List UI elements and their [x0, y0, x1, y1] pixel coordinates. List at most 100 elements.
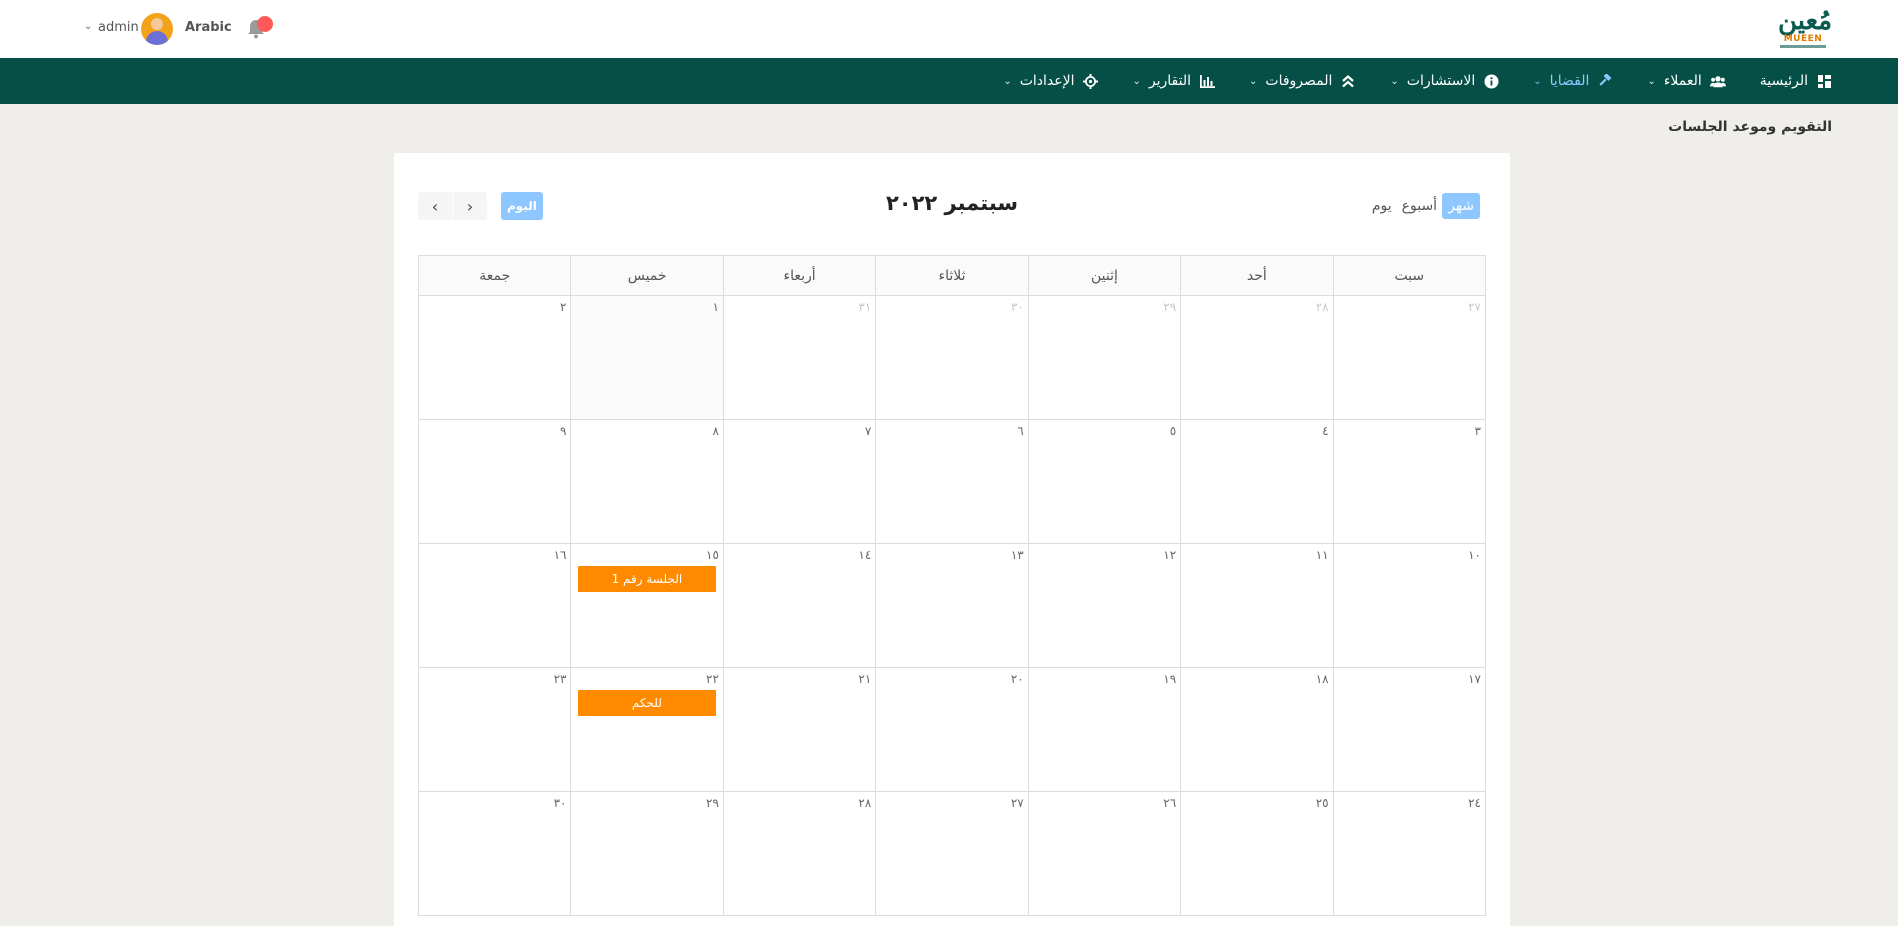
nav-item-home[interactable]: الرئيسية — [1760, 73, 1832, 89]
chevron-left-icon: ‹ — [431, 196, 439, 216]
calendar-day-cell[interactable]: ١٨ — [1181, 668, 1334, 792]
nav-item-expenses[interactable]: المصروفات ⌄ — [1249, 73, 1356, 89]
next-month-button[interactable]: ‹ — [418, 192, 452, 220]
language-switcher[interactable]: Arabic — [185, 20, 232, 35]
calendar-day-cell[interactable]: ١٥ الجلسة رقم 1 — [571, 544, 724, 668]
nav-item-label: الاستشارات — [1406, 73, 1476, 89]
calendar-day-cell[interactable]: ٤ — [1181, 420, 1334, 544]
calendar-day-cell[interactable]: ١٤ — [723, 544, 877, 668]
calendar-day-cell[interactable]: ٢ — [419, 296, 572, 420]
calendar-day-cell[interactable]: ٢٢ للحكم — [571, 668, 724, 792]
calendar-day-cell[interactable]: ٣٠ — [876, 296, 1029, 420]
nav-item-consultations[interactable]: الاستشارات ⌄ — [1390, 73, 1499, 89]
day-number[interactable]: ١٤ — [858, 548, 871, 562]
today-button[interactable]: اليوم — [501, 192, 543, 220]
calendar-day-cell[interactable]: ٨ — [571, 420, 724, 544]
calendar-event[interactable]: الجلسة رقم 1 — [577, 566, 716, 592]
day-number[interactable]: ١١ — [1316, 548, 1329, 562]
calendar-day-cell[interactable]: ٢٩ — [1028, 296, 1182, 420]
day-number[interactable]: ١٠ — [1468, 548, 1481, 562]
calendar-day-cell[interactable]: ٣ — [1333, 420, 1486, 544]
calendar-day-cell[interactable]: ٢٦ — [1028, 792, 1182, 916]
chevron-right-icon: › — [466, 196, 474, 216]
nav-item-settings[interactable]: الإعدادات ⌄ — [1003, 73, 1098, 89]
mueen-logo[interactable]: مُعين MUEEN — [1778, 6, 1833, 52]
day-number[interactable]: ١٩ — [1163, 672, 1176, 686]
notifications-button[interactable] — [246, 16, 276, 42]
calendar-day-cell[interactable]: ٢٨ — [723, 792, 877, 916]
day-number[interactable]: ٢٨ — [858, 796, 871, 810]
day-number[interactable]: ٢٦ — [1163, 796, 1176, 810]
calendar-day-cell[interactable]: ٥ — [1028, 420, 1182, 544]
calendar-event[interactable]: للحكم — [577, 690, 716, 716]
weekday-header: سبت — [1333, 256, 1486, 296]
calendar-day-cell[interactable]: ١٢ — [1028, 544, 1182, 668]
day-number[interactable]: ٤ — [1322, 424, 1328, 438]
day-number[interactable]: ٣٠ — [554, 796, 567, 810]
day-number[interactable]: ٢٤ — [1468, 796, 1481, 810]
day-number[interactable]: ١٨ — [1316, 672, 1329, 686]
weekday-header-row: سبت أحد إثنين ثلاثاء أربعاء خميس جمعة — [419, 256, 1486, 296]
calendar-day-cell[interactable]: ١٧ — [1333, 668, 1486, 792]
day-number[interactable]: ٢٧ — [1011, 796, 1024, 810]
day-number[interactable]: ٣١ — [858, 300, 871, 314]
day-number[interactable]: ٢٨ — [1316, 300, 1329, 314]
nav-item-label: الرئيسية — [1759, 73, 1808, 89]
nav-item-label: التقارير — [1148, 73, 1191, 89]
calendar-day-cell[interactable]: ٢٣ — [419, 668, 572, 792]
calendar-day-cell[interactable]: ١١ — [1181, 544, 1334, 668]
calendar-day-cell[interactable]: ٢٤ — [1333, 792, 1486, 916]
day-number[interactable]: ١٧ — [1468, 672, 1481, 686]
chart-icon — [1199, 73, 1215, 89]
day-number[interactable]: ٣ — [1475, 424, 1481, 438]
day-number[interactable]: ٦ — [1017, 424, 1023, 438]
day-number[interactable]: ٢١ — [858, 672, 871, 686]
day-number[interactable]: ٢٧ — [1468, 300, 1481, 314]
calendar-day-cell[interactable]: ١٩ — [1028, 668, 1182, 792]
calendar-day-cell[interactable]: ٦ — [876, 420, 1029, 544]
day-number[interactable]: ٩ — [560, 424, 566, 438]
day-number[interactable]: ١٥ — [706, 548, 719, 562]
calendar-day-cell[interactable]: ٣١ — [723, 296, 877, 420]
nav-item-reports[interactable]: التقارير ⌄ — [1133, 73, 1216, 89]
calendar-day-cell[interactable]: ٣٠ — [419, 792, 572, 916]
calendar-day-cell[interactable]: ١٣ — [876, 544, 1029, 668]
day-number[interactable]: ٢٩ — [1163, 300, 1176, 314]
day-number[interactable]: ٣٠ — [1011, 300, 1024, 314]
nav-item-cases[interactable]: القضايا ⌄ — [1533, 73, 1613, 89]
avatar[interactable] — [141, 13, 173, 45]
main-nav: الرئيسية العملاء ⌄ القضايا ⌄ الاستشارات … — [0, 58, 1898, 104]
calendar-day-cell[interactable]: ٢٧ — [876, 792, 1029, 916]
calendar-day-cell[interactable]: ٢٧ — [1333, 296, 1486, 420]
calendar-day-cell[interactable]: ٢٥ — [1181, 792, 1334, 916]
calendar-day-cell[interactable]: ٢١ — [723, 668, 877, 792]
day-number[interactable]: ١ — [712, 300, 718, 314]
day-number[interactable]: ٢ — [560, 300, 566, 314]
day-number[interactable]: ٢٣ — [554, 672, 567, 686]
day-number[interactable]: ٢٩ — [706, 796, 719, 810]
calendar-day-cell[interactable]: ٢٠ — [876, 668, 1029, 792]
calendar-day-cell[interactable]: ٩ — [419, 420, 572, 544]
logo-arabic-text: مُعين — [1778, 6, 1833, 36]
calendar-day-cell[interactable]: ٧ — [723, 420, 877, 544]
angles-up-icon — [1340, 73, 1356, 89]
nav-item-clients[interactable]: العملاء ⌄ — [1647, 73, 1726, 89]
calendar-day-cell[interactable]: ١٠ — [1333, 544, 1486, 668]
day-number[interactable]: ٢٠ — [1011, 672, 1024, 686]
calendar-day-cell[interactable]: ١ — [571, 296, 724, 420]
day-number[interactable]: ٢٥ — [1316, 796, 1329, 810]
previous-month-button[interactable]: › — [453, 192, 487, 220]
calendar-card: يوم أسبوع شهر سبتمبر ٢٠٢٢ ‹ › اليوم سبت أ… — [394, 153, 1510, 926]
day-number[interactable]: ٥ — [1170, 424, 1176, 438]
day-number[interactable]: ٧ — [865, 424, 871, 438]
chevron-down-icon: ⌄ — [1132, 75, 1141, 87]
chevron-down-icon: ⌄ — [1533, 75, 1542, 87]
day-number[interactable]: ١٣ — [1011, 548, 1024, 562]
day-number[interactable]: ١٦ — [554, 548, 567, 562]
day-number[interactable]: ٢٢ — [706, 672, 719, 686]
calendar-day-cell[interactable]: ٢٩ — [571, 792, 724, 916]
calendar-day-cell[interactable]: ٢٨ — [1181, 296, 1334, 420]
day-number[interactable]: ١٢ — [1163, 548, 1176, 562]
calendar-day-cell[interactable]: ١٦ — [419, 544, 572, 668]
day-number[interactable]: ٨ — [712, 424, 718, 438]
